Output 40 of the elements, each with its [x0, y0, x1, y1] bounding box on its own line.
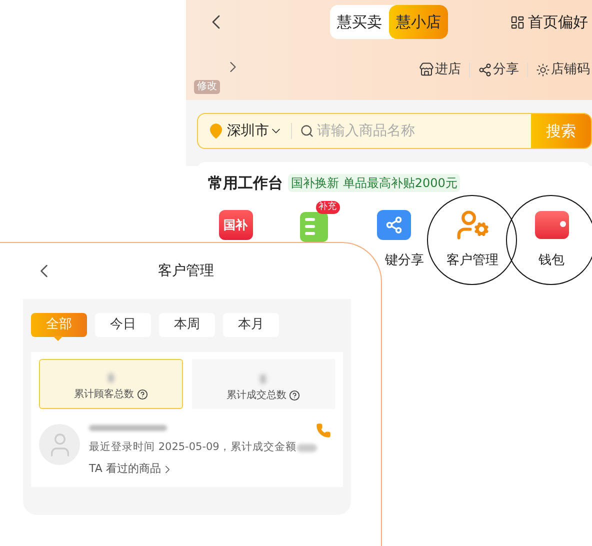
city-selector[interactable]: 深圳市: [227, 120, 283, 142]
filter-tab[interactable]: 本月: [223, 313, 279, 337]
filter-tab[interactable]: 本周: [159, 313, 215, 337]
tool-label[interactable]: 客户管理: [446, 250, 498, 270]
share-icon: [478, 62, 492, 77]
layout-icon: [510, 14, 525, 30]
badge: 补充: [316, 200, 340, 214]
location-icon: [208, 123, 224, 139]
tool-label[interactable]: 键分享: [385, 250, 424, 270]
shop-action[interactable]: 分享: [478, 60, 519, 80]
sun-icon: [536, 62, 550, 77]
avatar: [39, 424, 80, 465]
filter-tab[interactable]: 今日: [95, 313, 151, 337]
home-preference-button[interactable]: 首页偏好: [510, 10, 588, 34]
stat-card[interactable]: 累计成交总数: [192, 359, 335, 409]
help-icon[interactable]: [136, 389, 148, 400]
help-icon[interactable]: [289, 390, 300, 401]
redacted-value: [260, 374, 266, 384]
stat-label: 累计成交总数: [226, 388, 286, 403]
redacted-value: [108, 373, 114, 383]
section-title: 常用工作台: [208, 173, 283, 194]
panel-title: 客户管理: [158, 262, 214, 280]
user-gear-icon: [456, 208, 490, 242]
tool-label[interactable]: 钱包: [538, 250, 564, 270]
viewed-products-link[interactable]: TA 看过的商品: [89, 460, 318, 478]
redacted-amount: [297, 444, 318, 452]
mode-tab[interactable]: 慧小店: [389, 5, 448, 39]
login-info: 最近登录时间 2025-05-09，累计成交金额: [89, 440, 296, 455]
share-icon: [376, 210, 410, 240]
store-icon: [419, 62, 434, 78]
stat-card[interactable]: 累计顾客总数: [39, 359, 182, 409]
subsidy-icon: 国补: [218, 210, 252, 240]
shop-action[interactable]: 进店: [419, 60, 461, 80]
shop-action[interactable]: 店铺码: [536, 60, 590, 80]
search-bar[interactable]: 深圳市 请输入商品名称 搜索: [197, 113, 592, 149]
search-icon: [300, 124, 314, 138]
promo-tag: 国补换新 单品最高补贴2000元: [288, 174, 460, 192]
wallet-icon: [534, 210, 568, 238]
search-field[interactable]: 请输入商品名称: [317, 120, 531, 142]
stat-label: 累计顾客总数: [74, 388, 134, 402]
